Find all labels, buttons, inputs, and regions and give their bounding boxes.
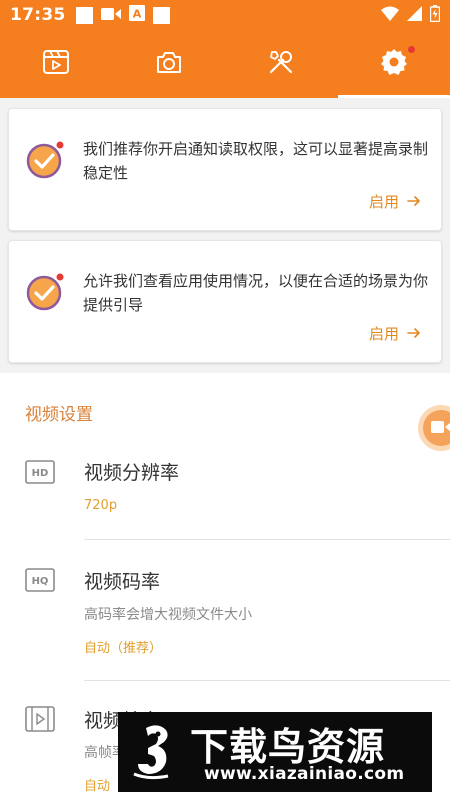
status-time: 17:35 <box>10 5 66 25</box>
tab-settings[interactable] <box>337 30 450 98</box>
watermark-banner: 下载鸟资源 www.xiazainiao.com <box>118 712 432 792</box>
svg-text:A: A <box>132 8 141 21</box>
bird-logo-icon <box>128 722 184 782</box>
battery-icon <box>429 4 441 26</box>
tools-icon <box>267 48 295 80</box>
check-badge-icon <box>26 271 66 311</box>
watermark-url: www.xiazainiao.com <box>204 764 405 784</box>
camera-icon <box>155 49 183 79</box>
svg-text:HD: HD <box>32 468 49 479</box>
tab-tools[interactable] <box>225 30 338 98</box>
svg-text:HQ: HQ <box>32 576 49 587</box>
setting-video-bitrate[interactable]: HQ 视频码率 高码率会增大视频文件大小 自动（推荐） <box>0 560 450 680</box>
divider <box>84 680 450 681</box>
setting-description: 高码率会增大视频文件大小 <box>84 607 252 623</box>
enable-button[interactable]: 启用 <box>369 323 421 344</box>
hq-icon: HQ <box>25 568 55 596</box>
arrow-right-icon <box>407 193 421 211</box>
setting-title: 视频码率 <box>84 571 161 593</box>
permission-card-text: 我们推荐你开启通知读取权限，这可以显著提高录制稳定性 <box>83 140 429 182</box>
setting-value: 自动 <box>84 779 111 794</box>
gear-icon <box>379 47 409 81</box>
tab-screenshot[interactable] <box>113 30 226 98</box>
permission-cards-area: 我们推荐你开启通知读取权限，这可以显著提高录制稳定性 启用 允许我们查看应用使用… <box>0 98 450 373</box>
setting-value: 自动（推荐） <box>84 641 163 656</box>
watermark-title: 下载鸟资源 <box>190 725 386 769</box>
setting-value: 720p <box>84 498 118 513</box>
floating-record-button[interactable] <box>418 405 450 451</box>
notification-square-icon <box>75 6 93 24</box>
film-icon <box>25 706 55 736</box>
divider <box>84 539 450 540</box>
check-badge-icon <box>26 139 66 179</box>
arrow-right-icon <box>407 325 421 343</box>
tab-recordings[interactable] <box>0 30 113 98</box>
enable-label: 启用 <box>368 325 399 343</box>
setting-title: 视频分辨率 <box>84 462 180 484</box>
hd-icon: HD <box>25 460 55 488</box>
video-camera-icon <box>431 419 450 438</box>
tab-bar <box>0 30 450 98</box>
signal-icon <box>407 5 422 25</box>
notification-dot <box>407 46 415 53</box>
enable-button[interactable]: 启用 <box>369 191 421 212</box>
video-camera-icon <box>100 6 121 25</box>
section-title-video-settings: 视频设置 <box>25 405 93 425</box>
status-bar: 17:35 A <box>0 0 450 30</box>
permission-card-text: 允许我们查看应用使用情况，以便在合适的场景为你提供引导 <box>83 272 429 314</box>
permission-card-usage[interactable]: 允许我们查看应用使用情况，以便在合适的场景为你提供引导 启用 <box>8 240 442 363</box>
font-a-icon: A <box>128 5 145 25</box>
permission-card-notification[interactable]: 我们推荐你开启通知读取权限，这可以显著提高录制稳定性 启用 <box>8 108 442 231</box>
enable-label: 启用 <box>368 193 399 211</box>
setting-video-resolution[interactable]: HD 视频分辨率 720p <box>0 450 450 540</box>
wifi-icon <box>381 6 399 25</box>
video-clip-icon <box>42 49 70 79</box>
notification-square-icon <box>152 6 170 24</box>
